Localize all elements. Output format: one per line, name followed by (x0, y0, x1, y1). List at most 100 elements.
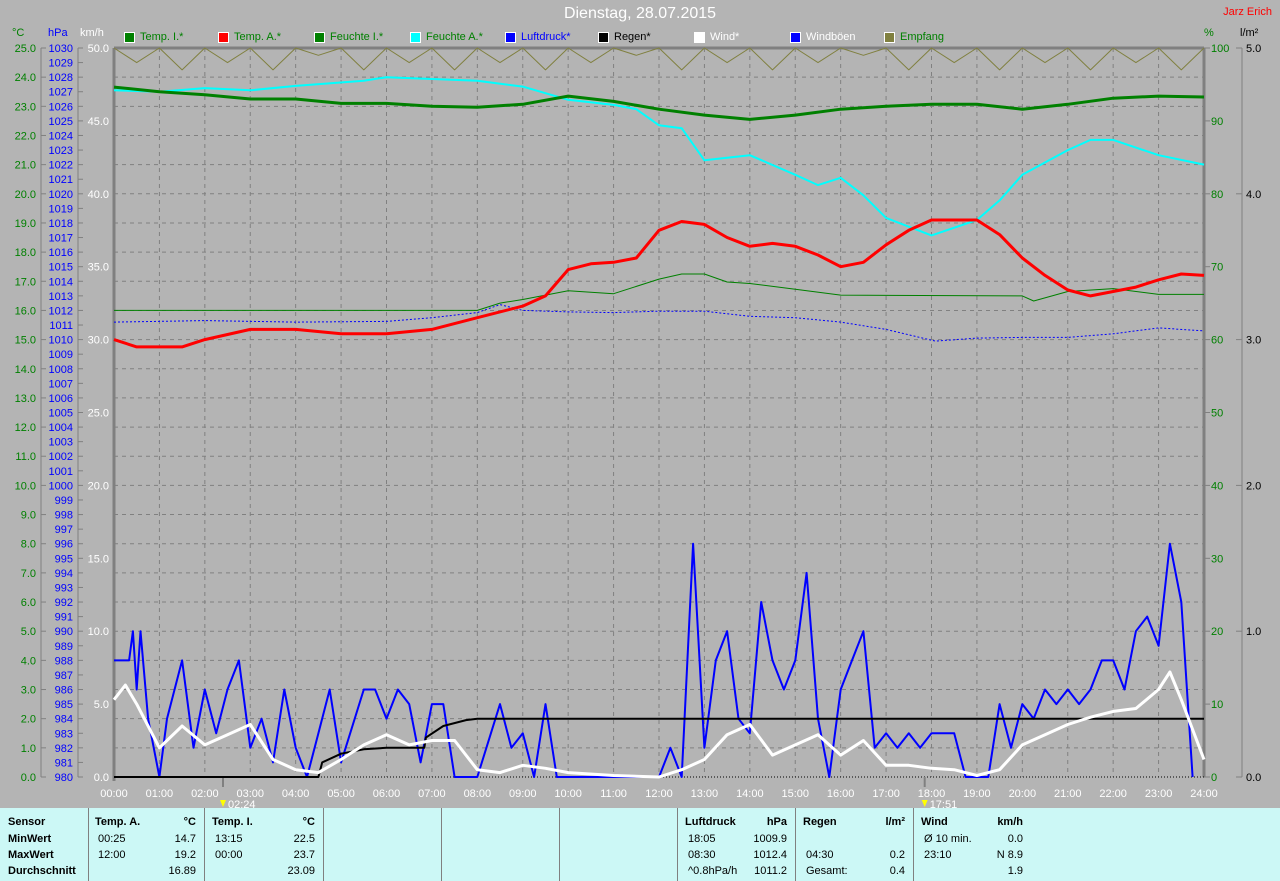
stats-time: 08:30 (688, 849, 716, 861)
stats-unit: °C (302, 816, 315, 828)
legend-item: Feuchte A.* (410, 31, 483, 43)
x-tick-label: 24:00 (1190, 788, 1218, 800)
stats-time: 23:10 (924, 849, 952, 861)
x-tick-label: 04:00 (282, 788, 310, 800)
temp-tick-label: 7.0 (21, 568, 36, 580)
stats-time: 00:25 (98, 833, 126, 845)
wind-tick-label: 0.0 (94, 772, 109, 784)
temp-tick-label: 8.0 (21, 539, 36, 551)
temp-tick-label: 14.0 (15, 364, 36, 376)
temp-tick-label: 23.0 (15, 101, 36, 113)
x-tick-label: 10:00 (554, 788, 582, 800)
pressure-tick-label: 1023 (49, 145, 73, 157)
humidity-tick-label: 100 (1211, 43, 1229, 55)
temp-tick-label: 2.0 (21, 714, 36, 726)
humidity-tick-label: 0 (1211, 772, 1217, 784)
pressure-unit-label: hPa (48, 27, 68, 39)
humidity-tick-label: 10 (1211, 699, 1223, 711)
stats-header: Regen (803, 816, 837, 828)
pressure-tick-label: 983 (55, 728, 73, 740)
legend-label: Luftdruck* (521, 31, 571, 43)
temp-tick-label: 21.0 (15, 160, 36, 172)
temp-tick-label: 15.0 (15, 335, 36, 347)
stats-header: Temp. I. (212, 816, 253, 828)
pressure-tick-label: 995 (55, 553, 73, 565)
pressure-tick-label: 1007 (49, 378, 73, 390)
legend-label: Temp. A.* (234, 31, 282, 43)
temp-tick-label: 6.0 (21, 597, 36, 609)
stats-time: 13:15 (215, 833, 243, 845)
x-tick-label: 12:00 (645, 788, 673, 800)
temp-tick-label: 1.0 (21, 743, 36, 755)
wind-tick-label: 40.0 (88, 189, 109, 201)
rain-tick-label: 1.0 (1246, 626, 1261, 638)
pressure-tick-label: 997 (55, 524, 73, 536)
stats-value: 23.7 (293, 849, 315, 861)
rain-tick-label: 3.0 (1246, 335, 1261, 347)
legend-item: Windböen (790, 31, 856, 43)
temp-tick-label: 20.0 (15, 189, 36, 201)
temp-tick-label: 25.0 (15, 43, 36, 55)
pressure-tick-label: 987 (55, 670, 73, 682)
pressure-tick-label: 1014 (49, 276, 73, 288)
stats-header: Temp. A. (95, 816, 141, 828)
stats-time: 00:00 (215, 849, 243, 861)
legend-item: Wind* (694, 31, 739, 43)
x-tick-label: 08:00 (464, 788, 492, 800)
marker-label: 02:24 (228, 799, 256, 808)
temp-tick-label: 10.0 (15, 480, 36, 492)
stats-col-empty (324, 808, 442, 881)
stats-col-empty (560, 808, 678, 881)
legend-item: Empfang (884, 31, 944, 43)
pressure-tick-label: 991 (55, 612, 73, 624)
pressure-tick-label: 996 (55, 539, 73, 551)
stats-time: Gesamt: (806, 865, 848, 877)
legend-item: Feuchte I.* (314, 31, 383, 43)
temp-unit-label: °C (12, 27, 24, 39)
x-tick-label: 13:00 (691, 788, 719, 800)
legend-swatch (598, 31, 609, 43)
stats-value: 16.89 (168, 865, 196, 877)
stats-header: Sensor (8, 816, 46, 828)
x-tick-label: 23:00 (1145, 788, 1173, 800)
stats-value: 0.2 (889, 849, 905, 861)
stats-unit: °C (183, 816, 196, 828)
x-tick-label: 15:00 (781, 788, 809, 800)
pressure-tick-label: 1025 (49, 116, 73, 128)
x-tick-label: 19:00 (963, 788, 991, 800)
pressure-tick-label: 1024 (49, 130, 73, 142)
stats-col-empty (442, 808, 560, 881)
pressure-tick-label: 989 (55, 641, 73, 653)
legend-swatch (218, 31, 229, 43)
stats-col-pressure: Luftdruck hPa 18:05 1009.9 08:30 1012.4 ^0.8hP… (678, 808, 796, 881)
temp-tick-label: 24.0 (15, 72, 36, 84)
temp-tick-label: 12.0 (15, 422, 36, 434)
pressure-tick-label: 1009 (49, 349, 73, 361)
legend-label: Empfang (900, 31, 945, 43)
wind-tick-label: 35.0 (88, 262, 109, 274)
pressure-tick-label: 1012 (49, 305, 73, 317)
pressure-tick-label: 1029 (49, 58, 73, 70)
x-tick-label: 02:00 (191, 788, 219, 800)
pressure-tick-label: 1000 (49, 480, 73, 492)
pressure-tick-label: 1005 (49, 408, 73, 420)
pressure-tick-label: 982 (55, 743, 73, 755)
stats-value: 1009.9 (753, 833, 787, 845)
stats-header: Wind (921, 816, 948, 828)
stats-time: 04:30 (806, 849, 834, 861)
pressure-tick-label: 1028 (49, 72, 73, 84)
stats-time: 12:00 (98, 849, 126, 861)
legend-swatch (694, 31, 705, 43)
legend-swatch (790, 31, 801, 43)
pressure-tick-label: 1017 (49, 233, 73, 245)
x-tick-label: 21:00 (1054, 788, 1082, 800)
rain-unit-label: l/m² (1240, 27, 1259, 39)
author-label: Jarz Erich (1223, 6, 1272, 18)
temp-tick-label: 11.0 (15, 451, 36, 463)
pressure-tick-label: 988 (55, 655, 73, 667)
stats-value: 19.2 (174, 849, 196, 861)
wind-tick-label: 30.0 (88, 335, 109, 347)
stats-time: Ø 10 min. (924, 833, 972, 845)
stats-value: 1011.2 (754, 865, 787, 877)
legend-swatch (410, 31, 421, 43)
